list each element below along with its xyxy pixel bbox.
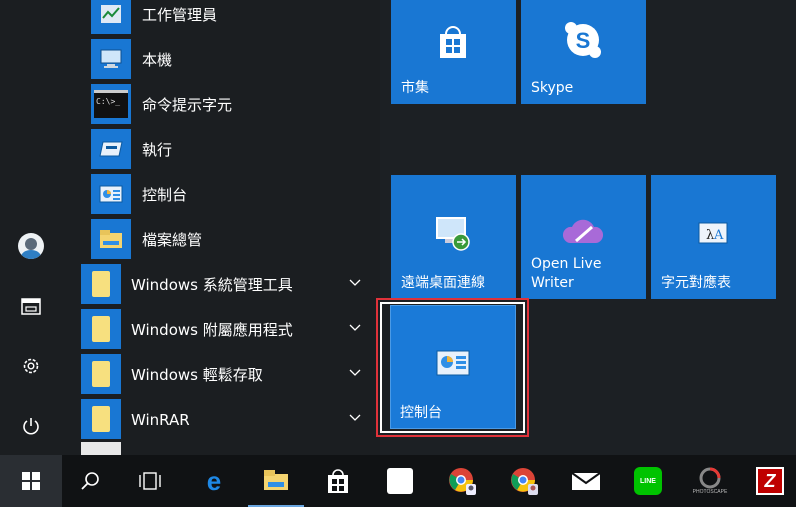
svg-text:A: A	[713, 228, 724, 243]
edge-icon[interactable]: e	[186, 455, 242, 507]
chevron-down-icon[interactable]	[348, 275, 362, 289]
tile-control-panel[interactable]: 控制台	[390, 305, 516, 429]
start-rail	[0, 0, 62, 455]
photoscape-label: PHOTOSCAPE	[692, 489, 728, 495]
app-label: 控制台	[142, 186, 188, 204]
app-item-task-manager[interactable]: 工作管理員	[62, 0, 380, 37]
folder-icon	[81, 399, 121, 439]
partial-list-item	[81, 442, 121, 455]
file-explorer-icon	[91, 219, 131, 259]
remote-desktop-icon	[431, 213, 475, 253]
taskbar: e LINE PHOTOSCAPE Z	[0, 455, 796, 507]
skype-icon: S	[561, 18, 605, 62]
app-grid-icon[interactable]	[372, 455, 428, 507]
folder-item-winrar[interactable]: WinRAR	[62, 397, 380, 442]
folder-icon	[81, 354, 121, 394]
character-map-icon: λA	[691, 213, 735, 253]
folder-item-accessories[interactable]: Windows 附屬應用程式	[62, 307, 380, 352]
control-panel-icon	[91, 174, 131, 214]
cmd-icon-text: C:\>_	[94, 90, 128, 118]
run-icon	[91, 129, 131, 169]
folder-item-ease-of-access[interactable]: Windows 輕鬆存取	[62, 352, 380, 397]
tile-label: Skype	[531, 80, 574, 96]
folder-icon	[81, 309, 121, 349]
chevron-down-icon[interactable]	[348, 410, 362, 424]
app-label: 命令提示字元	[142, 96, 233, 114]
folder-icon	[81, 264, 121, 304]
app-item-this-pc[interactable]: 本機	[62, 37, 380, 82]
app-list: 工作管理員 本機 C:\>_ 命令提示字元 執行 控制台 檔案總管 Window…	[62, 0, 380, 455]
start-icon[interactable]	[0, 455, 62, 507]
tile-label: 控制台	[400, 405, 442, 421]
chevron-down-icon[interactable]	[348, 320, 362, 334]
svg-text:λ: λ	[706, 228, 714, 243]
app-label: 工作管理員	[142, 6, 218, 24]
this-pc-icon	[91, 39, 131, 79]
file-explorer-icon[interactable]	[248, 455, 304, 507]
app-item-file-explorer[interactable]: 檔案總管	[62, 217, 380, 262]
photoscape-icon[interactable]: PHOTOSCAPE	[682, 455, 738, 507]
svg-text:S: S	[576, 28, 591, 53]
tile-label: 市集	[401, 80, 429, 96]
app-item-control-panel[interactable]: 控制台	[62, 172, 380, 217]
chrome-user2-icon[interactable]	[496, 455, 552, 507]
user-avatar[interactable]	[16, 231, 46, 261]
store-icon	[431, 22, 475, 62]
tile-store[interactable]: 市集	[391, 0, 516, 104]
tile-open-live-writer[interactable]: Open Live Writer	[521, 175, 646, 299]
folder-label: Windows 輕鬆存取	[131, 366, 263, 384]
tile-remote-desktop[interactable]: 遠端桌面連線	[391, 175, 516, 299]
line-icon-text: LINE	[634, 467, 662, 495]
app-label: 執行	[142, 141, 173, 159]
command-prompt-icon: C:\>_	[91, 84, 131, 124]
folder-label: Windows 系統管理工具	[131, 276, 293, 294]
svg-text:e: e	[207, 467, 221, 495]
folder-label: WinRAR	[131, 410, 190, 429]
live-writer-icon	[561, 213, 605, 253]
task-view-icon[interactable]	[122, 455, 178, 507]
task-manager-icon	[91, 0, 131, 34]
filezilla-icon[interactable]: Z	[744, 455, 796, 507]
store-icon[interactable]	[310, 455, 366, 507]
tile-label: Open Live Writer	[531, 256, 602, 291]
search-icon[interactable]	[62, 455, 118, 507]
app-label: 本機	[142, 51, 173, 69]
mail-icon[interactable]	[558, 455, 614, 507]
control-panel-icon	[432, 345, 474, 381]
folder-label: Windows 附屬應用程式	[131, 321, 293, 339]
tile-skype[interactable]: S Skype	[521, 0, 646, 104]
app-item-command-prompt[interactable]: C:\>_ 命令提示字元	[62, 82, 380, 127]
tile-label: 字元對應表	[661, 275, 731, 291]
documents-icon[interactable]	[16, 291, 46, 321]
settings-icon[interactable]	[16, 351, 46, 381]
app-item-run[interactable]: 執行	[62, 127, 380, 172]
power-icon[interactable]	[16, 411, 46, 441]
chevron-down-icon[interactable]	[348, 365, 362, 379]
line-icon[interactable]: LINE	[620, 455, 676, 507]
tile-character-map[interactable]: λA 字元對應表	[651, 175, 776, 299]
folder-item-admin-tools[interactable]: Windows 系統管理工具	[62, 262, 380, 307]
chrome-user-icon[interactable]	[434, 455, 490, 507]
app-label: 檔案總管	[142, 231, 203, 249]
tile-label: 遠端桌面連線	[401, 275, 485, 291]
